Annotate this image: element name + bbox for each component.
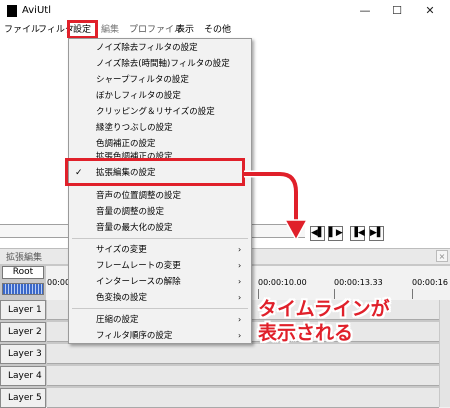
submenu-arrow-icon: ›	[238, 315, 242, 324]
go-end-button[interactable]: ▶▌	[369, 226, 384, 241]
menu-item-compression[interactable]: 圧縮の設定	[96, 313, 139, 327]
timestamp-label: 00:00:10.00	[258, 278, 307, 287]
menu-item-extended-color-correction[interactable]: 拡張色調補正の設定	[96, 151, 173, 158]
close-button[interactable]: ✕	[414, 0, 446, 22]
menu-file[interactable]: ファイル	[4, 24, 40, 36]
timestamp-label: 00:00:13.33	[334, 278, 383, 287]
menu-item-sharpen-filter[interactable]: シャープフィルタの設定	[96, 73, 189, 87]
layer-label[interactable]: Layer 5	[0, 388, 46, 408]
menu-item-audio-position[interactable]: 音声の位置調整の設定	[96, 189, 181, 203]
go-start-button[interactable]: ▐◀	[350, 226, 365, 241]
minimize-button[interactable]: —	[349, 0, 381, 22]
menu-item-border-fill[interactable]: 縁塗りつぶしの設定	[96, 121, 173, 135]
menu-item-filter-order[interactable]: フィルタ順序の設定	[96, 329, 172, 343]
menu-item-framerate[interactable]: フレームレートの変更	[96, 259, 181, 273]
menu-profile[interactable]: プロファイル	[129, 24, 183, 36]
next-frame-button[interactable]: ▌▶	[328, 226, 343, 241]
submenu-arrow-icon: ›	[238, 293, 242, 302]
menu-item-color-correction[interactable]: 色調補正の設定	[96, 137, 156, 151]
annotation-line1: タイムラインが	[258, 298, 390, 320]
menu-item-blur-filter[interactable]: ぼかしフィルタの設定	[96, 89, 181, 103]
menu-view[interactable]: 表示	[176, 24, 194, 36]
layer-label[interactable]: Layer 1	[0, 300, 46, 320]
red-arrow-icon	[244, 170, 309, 242]
zoom-bar[interactable]	[2, 283, 44, 295]
menu-item-clip-resize[interactable]: クリッピング＆リサイズの設定	[96, 105, 215, 119]
submenu-arrow-icon: ›	[238, 277, 242, 286]
window-title: AviUtl	[22, 5, 51, 16]
root-button[interactable]: Root	[2, 266, 44, 279]
menu-edit[interactable]: 編集	[101, 24, 119, 36]
maximize-button[interactable]: ☐	[381, 0, 413, 22]
annotation-line2: 表示される	[258, 322, 354, 344]
menu-separator	[72, 238, 248, 239]
menu-item-resize[interactable]: サイズの変更	[96, 243, 147, 257]
layer-track[interactable]	[47, 388, 439, 408]
layer-label[interactable]: Layer 2	[0, 322, 46, 342]
annotation-text: タイムラインが 表示される	[258, 297, 390, 345]
menu-item-deinterlace[interactable]: インターレースの解除	[96, 275, 181, 289]
layer-track[interactable]	[47, 366, 439, 386]
ruler-tick	[412, 289, 413, 299]
menu-item-volume-adjust[interactable]: 音量の調整の設定	[96, 205, 164, 219]
submenu-arrow-icon: ›	[238, 261, 242, 270]
layer-track[interactable]	[47, 344, 439, 364]
app-icon	[7, 5, 17, 17]
menu-item-noise-filter[interactable]: ノイズ除去フィルタの設定	[96, 41, 198, 55]
timestamp-label: 00:00:16	[412, 278, 448, 287]
extended-edit-highlight-box	[65, 158, 245, 186]
settings-highlight-box	[67, 20, 98, 39]
layer-label[interactable]: Layer 3	[0, 344, 46, 364]
menu-item-volume-maximize[interactable]: 音量の最大化の設定	[96, 221, 173, 235]
timeline-scrollbar[interactable]	[440, 300, 450, 407]
timeline-title: 拡張編集	[6, 253, 43, 263]
timeline-close-button[interactable]: ×	[436, 250, 448, 262]
submenu-arrow-icon: ›	[238, 331, 242, 340]
menu-item-temporal-noise-filter[interactable]: ノイズ除去(時間軸)フィルタの設定	[96, 57, 230, 71]
menu-separator	[72, 308, 248, 309]
menu-item-color-conversion[interactable]: 色変換の設定	[96, 291, 147, 305]
layer-label[interactable]: Layer 4	[0, 366, 46, 386]
menu-other[interactable]: その他	[204, 24, 231, 36]
